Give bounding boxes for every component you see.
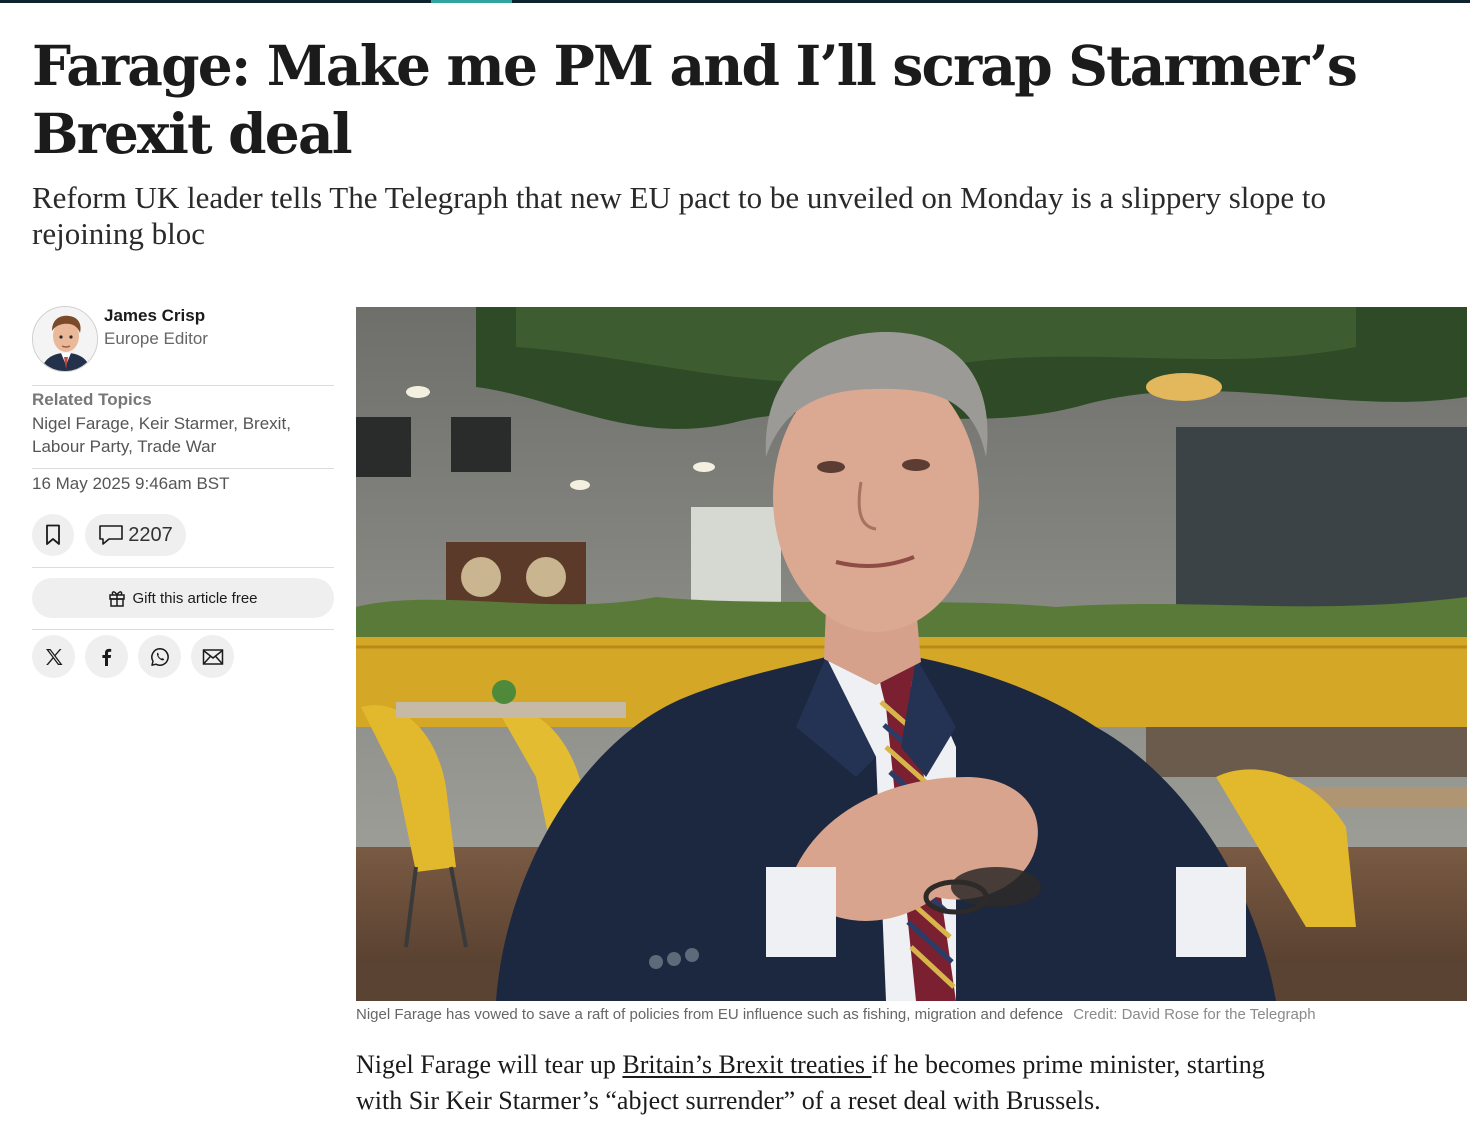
related-topics-label: Related Topics	[32, 390, 152, 409]
caption-text: Nigel Farage has vowed to save a raft of…	[356, 1006, 1064, 1023]
whatsapp-icon	[150, 647, 169, 666]
bookmark-icon	[46, 524, 60, 545]
email-icon	[202, 648, 223, 665]
facebook-icon	[101, 648, 111, 666]
divider	[32, 629, 334, 630]
reading-progress-bar	[0, 0, 1470, 3]
image-credit: Credit: David Rose for the Telegraph	[1073, 1006, 1316, 1023]
topic-link[interactable]: Labour Party	[32, 437, 128, 456]
comments-count: 2207	[128, 523, 173, 546]
article-lead-image	[356, 307, 1467, 1001]
related-topics-list: Nigel Farage, Keir Starmer, Brexit, Labo…	[32, 414, 291, 456]
brexit-treaties-link[interactable]: Britain’s Brexit treaties	[622, 1050, 871, 1079]
comment-icon	[99, 525, 124, 545]
divider	[32, 567, 334, 568]
image-caption: Nigel Farage has vowed to save a raft of…	[356, 1006, 1316, 1023]
share-whatsapp-button[interactable]	[138, 635, 181, 678]
x-icon	[45, 648, 62, 665]
share-x-button[interactable]	[32, 635, 75, 678]
topic-link[interactable]: Trade War	[137, 437, 216, 456]
reading-progress-indicator	[431, 0, 512, 3]
author-name[interactable]: James Crisp	[104, 306, 205, 326]
author-avatar[interactable]	[32, 306, 98, 372]
author-role: Europe Editor	[104, 329, 208, 348]
divider	[32, 385, 334, 386]
divider	[32, 468, 334, 469]
gift-icon	[109, 591, 126, 607]
topic-link[interactable]: Brexit	[243, 414, 286, 433]
topic-link[interactable]: Keir Starmer	[139, 414, 233, 433]
comments-button[interactable]: 2207	[85, 514, 186, 556]
article-headline: Farage: Make me PM and I’ll scrap Starme…	[32, 33, 1358, 166]
topic-link[interactable]: Nigel Farage	[32, 414, 129, 433]
share-email-button[interactable]	[191, 635, 234, 678]
article-paragraph: Nigel Farage will tear up Britain’s Brex…	[356, 1047, 1316, 1119]
paragraph-text: Nigel Farage will tear up	[356, 1050, 623, 1079]
gift-article-button[interactable]: Gift this article free	[32, 578, 334, 618]
bookmark-button[interactable]	[32, 514, 74, 556]
author-block[interactable]: James Crisp Europe Editor	[32, 306, 334, 376]
gift-article-label: Gift this article free	[132, 589, 258, 607]
publish-date: 16 May 2025 9:46am BST	[32, 474, 230, 493]
article-standfirst: Reform UK leader tells The Telegraph tha…	[32, 180, 1327, 251]
share-facebook-button[interactable]	[85, 635, 128, 678]
